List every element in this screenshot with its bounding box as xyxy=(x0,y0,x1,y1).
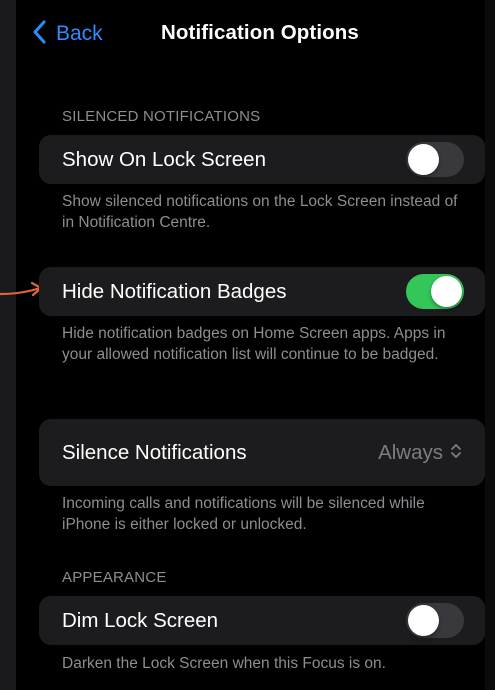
page-title: Notification Options xyxy=(161,21,359,44)
section-header-silenced: SILENCED NOTIFICATIONS xyxy=(62,108,261,125)
navigation-bar: Back Notification Options xyxy=(16,0,485,68)
dim-lock-screen-row[interactable]: Dim Lock Screen xyxy=(39,596,485,645)
silence-notifications-picker[interactable]: Always xyxy=(378,441,462,465)
screen-edge xyxy=(485,0,495,690)
chevron-left-icon xyxy=(32,20,56,49)
show-on-lock-screen-row[interactable]: Show On Lock Screen xyxy=(39,135,485,184)
hide-notification-badges-toggle[interactable] xyxy=(406,274,464,309)
section-header-appearance: APPEARANCE xyxy=(62,569,167,586)
dim-lock-screen-footer: Darken the Lock Screen when this Focus i… xyxy=(62,655,386,672)
show-on-lock-screen-label: Show On Lock Screen xyxy=(62,148,266,171)
show-on-lock-screen-toggle[interactable] xyxy=(406,142,464,177)
toggle-knob xyxy=(431,276,462,307)
silence-notifications-label: Silence Notifications xyxy=(62,441,247,464)
side-panel-edge xyxy=(0,0,16,690)
silence-notifications-row[interactable]: Silence Notifications Always xyxy=(39,419,485,486)
hide-notification-badges-row[interactable]: Hide Notification Badges xyxy=(39,267,485,316)
toggle-knob xyxy=(408,144,439,175)
chevron-up-down-icon xyxy=(443,442,462,465)
dim-lock-screen-toggle[interactable] xyxy=(406,603,464,638)
toggle-knob xyxy=(408,605,439,636)
hide-notification-badges-footer: Hide notification badges on Home Screen … xyxy=(62,325,446,363)
back-button[interactable]: Back xyxy=(32,20,103,48)
back-label: Back xyxy=(56,22,103,45)
dim-lock-screen-label: Dim Lock Screen xyxy=(62,609,219,632)
silence-notifications-value: Always xyxy=(378,441,443,464)
hide-notification-badges-label: Hide Notification Badges xyxy=(62,280,287,303)
show-on-lock-screen-footer: Show silenced notifications on the Lock … xyxy=(62,193,458,231)
silence-notifications-footer: Incoming calls and notifications will be… xyxy=(62,495,425,533)
